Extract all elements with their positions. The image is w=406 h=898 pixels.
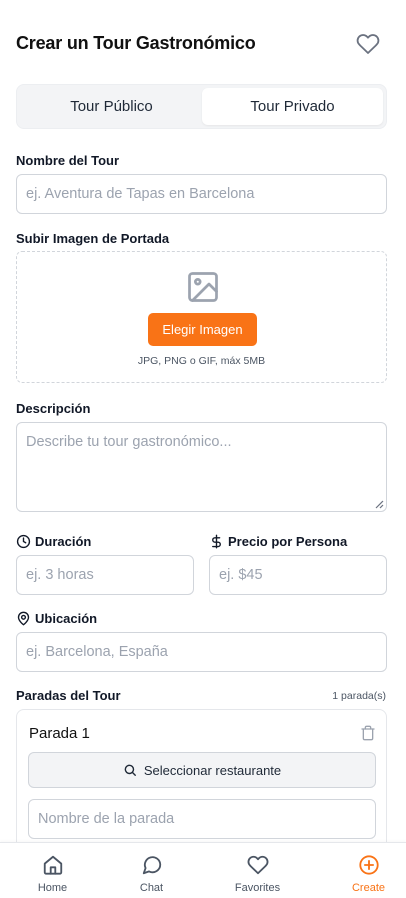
location-label: Ubicación	[16, 611, 97, 626]
select-restaurant-button[interactable]: Seleccionar restaurante	[28, 752, 376, 788]
page-title: Crear un Tour Gastronómico	[16, 33, 256, 53]
image-icon	[188, 272, 218, 302]
nav-create-label: Create	[351, 882, 386, 894]
tab-private-tour[interactable]: Tour Privado	[202, 88, 383, 125]
nav-create[interactable]: Create	[318, 843, 406, 898]
upload-hint: JPG, PNG o GIF, máx 5MB	[137, 355, 266, 367]
stops-count: 1 parada(s)	[332, 690, 386, 702]
stop-name-input[interactable]: Nombre de la parada	[28, 799, 376, 839]
cover-image-label: Subir Imagen de Portada	[16, 231, 170, 246]
location-label-text: Ubicación	[35, 611, 98, 626]
description-label: Descripción	[16, 401, 91, 416]
home-icon	[43, 855, 62, 875]
dollar-icon	[212, 534, 221, 549]
clock-icon	[16, 534, 31, 549]
choose-image-button[interactable]: Elegir Imagen	[148, 313, 257, 346]
resize-handle-icon[interactable]	[374, 499, 384, 509]
trash-icon[interactable]	[360, 725, 376, 741]
duration-input[interactable]: ej. 3 horas	[16, 555, 194, 595]
price-label: Precio por Persona	[209, 534, 347, 549]
tour-name-label: Nombre del Tour	[16, 153, 120, 168]
nav-chat-label: Chat	[139, 882, 164, 894]
stops-label: Paradas del Tour	[16, 688, 121, 703]
header: Crear un Tour Gastronómico	[0, 0, 406, 86]
search-icon	[124, 764, 136, 776]
cover-image-dropzone[interactable]: Elegir Imagen JPG, PNG o GIF, máx 5MB	[16, 251, 387, 383]
tour-name-input[interactable]: ej. Aventura de Tapas en Barcelona	[16, 174, 387, 214]
stop-title: Parada 1	[29, 725, 90, 742]
select-restaurant-label: Seleccionar restaurante	[143, 762, 282, 778]
nav-favorites[interactable]: Favorites	[207, 843, 308, 898]
stop-card: Parada 1 Seleccionar restaurante Nombre …	[16, 709, 387, 859]
duration-label: Duración	[16, 534, 91, 549]
description-placeholder: Describe tu tour gastronómico...	[26, 434, 232, 450]
tab-public-tour[interactable]: Tour Público	[20, 88, 203, 125]
map-pin-icon	[17, 611, 30, 626]
bottom-nav: Home Chat Favorites Create	[0, 842, 406, 898]
tour-type-toggle: Tour Público Tour Privado	[16, 84, 387, 129]
duration-label-text: Duración	[35, 534, 92, 549]
nav-home[interactable]: Home	[2, 843, 103, 898]
nav-chat[interactable]: Chat	[101, 843, 202, 898]
description-textarea[interactable]: Describe tu tour gastronómico...	[16, 422, 387, 512]
heart-icon[interactable]	[356, 32, 380, 56]
heart-icon	[247, 855, 268, 875]
price-input[interactable]: ej. $45	[209, 555, 387, 595]
location-input[interactable]: ej. Barcelona, España	[16, 632, 387, 672]
plus-circle-icon	[358, 855, 379, 875]
price-label-text: Precio por Persona	[228, 534, 348, 549]
nav-favorites-label: Favorites	[234, 882, 281, 894]
nav-home-label: Home	[37, 882, 68, 894]
chat-icon	[142, 856, 161, 875]
